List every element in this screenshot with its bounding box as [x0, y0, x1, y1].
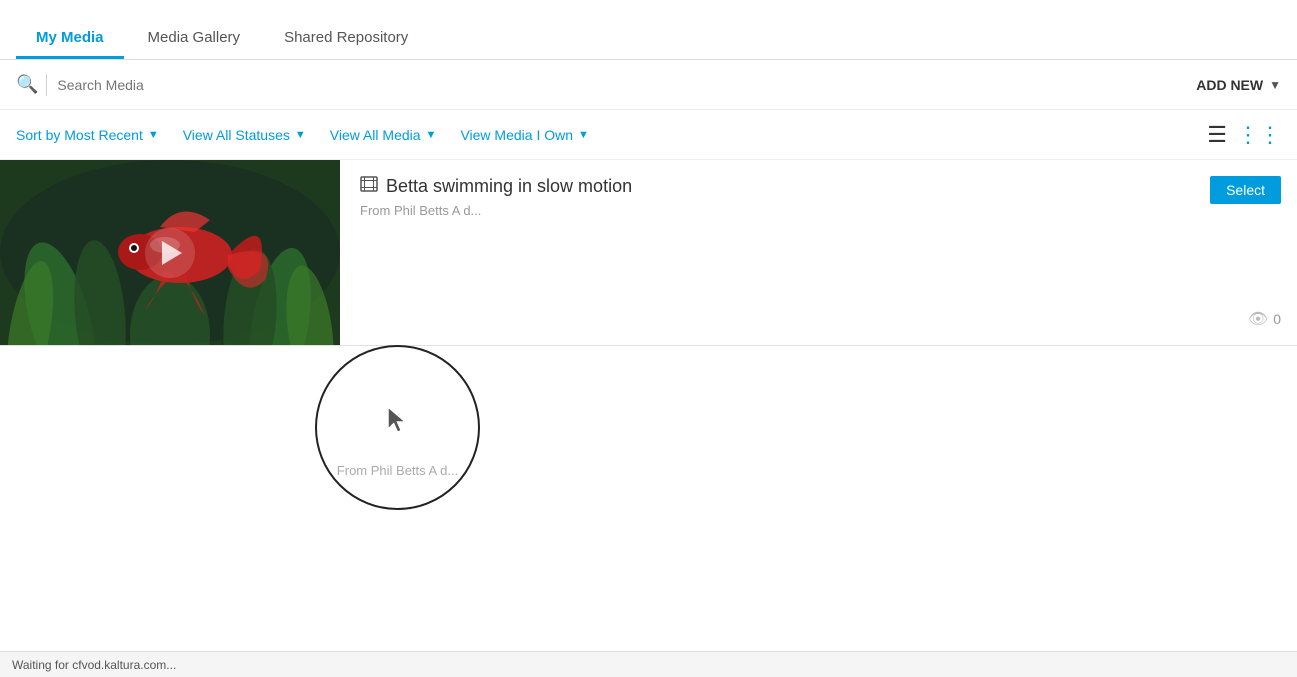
view-count: 0 [1273, 311, 1281, 327]
media-filter-label: View All Media [330, 127, 421, 143]
media-item: Betta swimming in slow motion From Phil … [0, 160, 1297, 346]
media-filter-button[interactable]: View All Media ▼ [330, 127, 437, 143]
search-icon: 🔍 [16, 74, 38, 95]
search-divider [46, 74, 47, 96]
media-views: 👁 0 [1248, 309, 1281, 329]
ownership-filter-label: View Media I Own [460, 127, 573, 143]
add-new-chevron-icon: ▼ [1269, 78, 1281, 92]
ownership-filter-button[interactable]: View Media I Own ▼ [460, 127, 588, 143]
sort-chevron-icon: ▼ [148, 129, 159, 141]
status-filter-button[interactable]: View All Statuses ▼ [183, 127, 306, 143]
cursor-icon [387, 407, 409, 438]
status-text: Waiting for cfvod.kaltura.com... [12, 658, 176, 672]
media-info: Betta swimming in slow motion From Phil … [340, 160, 1297, 345]
media-meta: From Phil Betts A d... [360, 203, 1277, 218]
cursor-overlay: From Phil Betts A d... [315, 345, 480, 510]
status-filter-label: View All Statuses [183, 127, 290, 143]
tabs-bar: My Media Media Gallery Shared Repository [0, 0, 1297, 60]
add-new-label: ADD NEW [1196, 77, 1263, 93]
play-triangle-icon [162, 241, 182, 265]
cursor-from-text: From Phil Betts A d... [337, 463, 458, 478]
tab-my-media[interactable]: My Media [16, 19, 124, 59]
list-view-button[interactable]: ☰ [1207, 124, 1227, 146]
ownership-chevron-icon: ▼ [578, 129, 589, 141]
search-bar: 🔍 ADD NEW ▼ [0, 60, 1297, 110]
media-chevron-icon: ▼ [426, 129, 437, 141]
media-thumbnail[interactable] [0, 160, 340, 345]
status-chevron-icon: ▼ [295, 129, 306, 141]
tab-shared-repository[interactable]: Shared Repository [264, 19, 428, 59]
add-new-button[interactable]: ADD NEW ▼ [1196, 77, 1281, 93]
select-button[interactable]: Select [1210, 176, 1281, 204]
sort-filter-button[interactable]: Sort by Most Recent ▼ [16, 127, 159, 143]
status-bar: Waiting for cfvod.kaltura.com... [0, 651, 1297, 677]
content-area: Betta swimming in slow motion From Phil … [0, 160, 1297, 346]
tab-media-gallery[interactable]: Media Gallery [128, 19, 261, 59]
search-input[interactable] [57, 77, 1196, 93]
video-icon [360, 176, 378, 197]
view-toggle: ☰ ⋮⋮ [1207, 124, 1281, 146]
filter-bar: Sort by Most Recent ▼ View All Statuses … [0, 110, 1297, 160]
media-title: Betta swimming in slow motion [386, 176, 632, 197]
eye-icon: 👁 [1248, 309, 1268, 329]
media-title-row: Betta swimming in slow motion [360, 176, 1277, 197]
sort-filter-label: Sort by Most Recent [16, 127, 143, 143]
grid-view-button[interactable]: ⋮⋮ [1237, 124, 1281, 146]
play-button[interactable] [145, 228, 195, 278]
